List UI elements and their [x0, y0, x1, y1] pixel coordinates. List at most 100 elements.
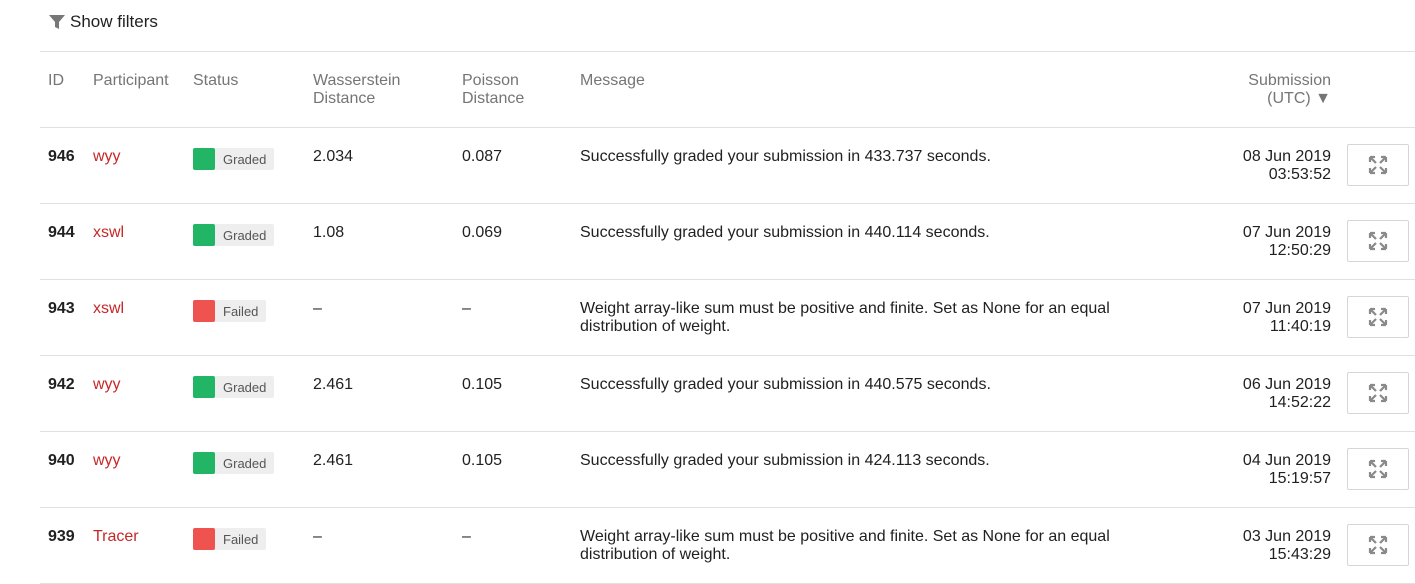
message-line: Successfully graded your submission in 4…	[580, 224, 990, 241]
column-header-poisson-line1: Poisson	[462, 72, 519, 89]
expand-button[interactable]	[1347, 448, 1409, 490]
expand-button[interactable]	[1347, 372, 1409, 414]
participant-link[interactable]: Tracer	[93, 528, 139, 546]
expand-icon	[1368, 383, 1388, 403]
submission-id: 939	[48, 528, 75, 545]
table-row: 946 wyy Graded 2.034 0.087 Successfully …	[40, 128, 1415, 204]
submission-date: 07 Jun 2019	[1242, 300, 1331, 317]
message: Weight array-like sum must be positive a…	[580, 528, 1180, 564]
status-color-swatch	[193, 528, 215, 550]
wasserstein-distance: 2.461	[313, 452, 354, 469]
table-row: 940 wyy Graded 2.461 0.105 Successfully …	[40, 432, 1415, 508]
submission-time: 04 Jun 2019 15:19:57	[1243, 452, 1331, 488]
status-color-swatch	[193, 224, 215, 246]
submission-time: 08 Jun 2019 03:53:52	[1243, 148, 1331, 184]
status-label: Graded	[223, 151, 267, 167]
status-color-swatch	[193, 376, 215, 398]
status-label: Graded	[223, 227, 267, 243]
submission-clock: 12:50:29	[1268, 242, 1331, 259]
column-header-submission-line2: (UTC) ▼	[1267, 90, 1331, 107]
message: Successfully graded your submission in 4…	[580, 452, 1180, 470]
poisson-distance: 0.105	[462, 452, 503, 469]
column-header-participant[interactable]: Participant	[93, 72, 169, 90]
status-label: Failed	[223, 531, 259, 547]
participant-link[interactable]: wyy	[93, 376, 121, 394]
submission-id: 946	[48, 148, 75, 165]
submission-time: 07 Jun 2019 11:40:19	[1243, 300, 1331, 336]
submission-clock: 11:40:19	[1269, 318, 1331, 335]
submission-clock: 15:19:57	[1268, 470, 1331, 487]
status-badge: Graded	[193, 452, 275, 474]
participant-link[interactable]: xswl	[93, 224, 124, 242]
poisson-distance: 0.087	[462, 148, 503, 165]
show-filters-label: Show filters	[70, 12, 158, 31]
expand-icon	[1368, 459, 1388, 479]
status-color-swatch	[193, 300, 215, 322]
message-line: distribution of weight.	[580, 546, 731, 563]
submission-date: 04 Jun 2019	[1242, 452, 1331, 469]
status-badge: Graded	[193, 224, 275, 246]
submission-id: 940	[48, 452, 75, 469]
message: Successfully graded your submission in 4…	[580, 376, 1180, 394]
table-row: 942 wyy Graded 2.461 0.105 Successfully …	[40, 356, 1415, 432]
submission-date: 06 Jun 2019	[1242, 376, 1331, 393]
column-header-submission-line1: Submission	[1248, 72, 1331, 89]
message: Successfully graded your submission in 4…	[580, 148, 1180, 166]
table-row: 943 xswl Failed – – Weight array-like su…	[40, 280, 1415, 356]
poisson-distance: –	[462, 528, 471, 545]
submission-id: 942	[48, 376, 75, 393]
show-filters-button[interactable]: Show filters	[48, 10, 158, 34]
expand-button[interactable]	[1347, 296, 1409, 338]
submission-clock: 14:52:22	[1268, 394, 1331, 411]
expand-button[interactable]	[1347, 220, 1409, 262]
filter-icon	[49, 15, 65, 29]
poisson-distance: –	[462, 300, 471, 317]
divider	[40, 51, 1415, 52]
status-badge: Failed	[193, 300, 267, 322]
message-line: Weight array-like sum must be positive a…	[580, 528, 1110, 545]
submission-date: 08 Jun 2019	[1242, 148, 1331, 165]
submission-id: 944	[48, 224, 75, 241]
column-header-id[interactable]: ID	[48, 72, 64, 90]
expand-icon	[1368, 155, 1388, 175]
message-line: distribution of weight.	[580, 318, 731, 335]
column-header-wasserstein-line1: Wasserstein	[313, 72, 401, 89]
participant-link[interactable]: wyy	[93, 148, 121, 166]
wasserstein-distance: –	[313, 528, 322, 545]
table-row: 939 Tracer Failed – – Weight array-like …	[40, 508, 1415, 584]
message-line: Successfully graded your submission in 4…	[580, 452, 990, 469]
submission-clock: 15:43:29	[1268, 546, 1331, 563]
message: Weight array-like sum must be positive a…	[580, 300, 1180, 336]
status-color-swatch	[193, 452, 215, 474]
expand-icon	[1368, 231, 1388, 251]
message-line: Weight array-like sum must be positive a…	[580, 300, 1110, 317]
column-header-wasserstein-line2: Distance	[313, 90, 376, 107]
status-label: Graded	[223, 455, 267, 471]
status-label: Failed	[223, 303, 259, 319]
wasserstein-distance: –	[313, 300, 322, 317]
participant-link[interactable]: wyy	[93, 452, 121, 470]
poisson-distance: 0.105	[462, 376, 503, 393]
status-badge: Graded	[193, 148, 275, 170]
participant-link[interactable]: xswl	[93, 300, 124, 318]
expand-button[interactable]	[1347, 144, 1409, 186]
submission-date: 07 Jun 2019	[1242, 224, 1331, 241]
column-header-poisson-line2: Distance	[462, 90, 525, 107]
status-badge: Failed	[193, 528, 267, 550]
status-badge: Graded	[193, 376, 275, 398]
submission-date: 03 Jun 2019	[1242, 528, 1331, 545]
wasserstein-distance: 2.034	[313, 148, 354, 165]
column-header-wasserstein[interactable]: Wasserstein Distance	[313, 72, 400, 108]
table-row: 944 xswl Graded 1.08 0.069 Successfully …	[40, 204, 1415, 280]
message-line: Successfully graded your submission in 4…	[580, 376, 991, 393]
submission-clock: 03:53:52	[1268, 166, 1331, 183]
column-header-poisson[interactable]: Poisson Distance	[462, 72, 524, 108]
status-label: Graded	[223, 379, 267, 395]
wasserstein-distance: 1.08	[313, 224, 345, 241]
poisson-distance: 0.069	[462, 224, 503, 241]
column-header-submission[interactable]: Submission (UTC) ▼	[1248, 72, 1331, 108]
column-header-message[interactable]: Message	[580, 72, 645, 90]
expand-button[interactable]	[1347, 524, 1409, 566]
column-header-status[interactable]: Status	[193, 72, 238, 90]
message-line: Successfully graded your submission in 4…	[580, 148, 991, 165]
